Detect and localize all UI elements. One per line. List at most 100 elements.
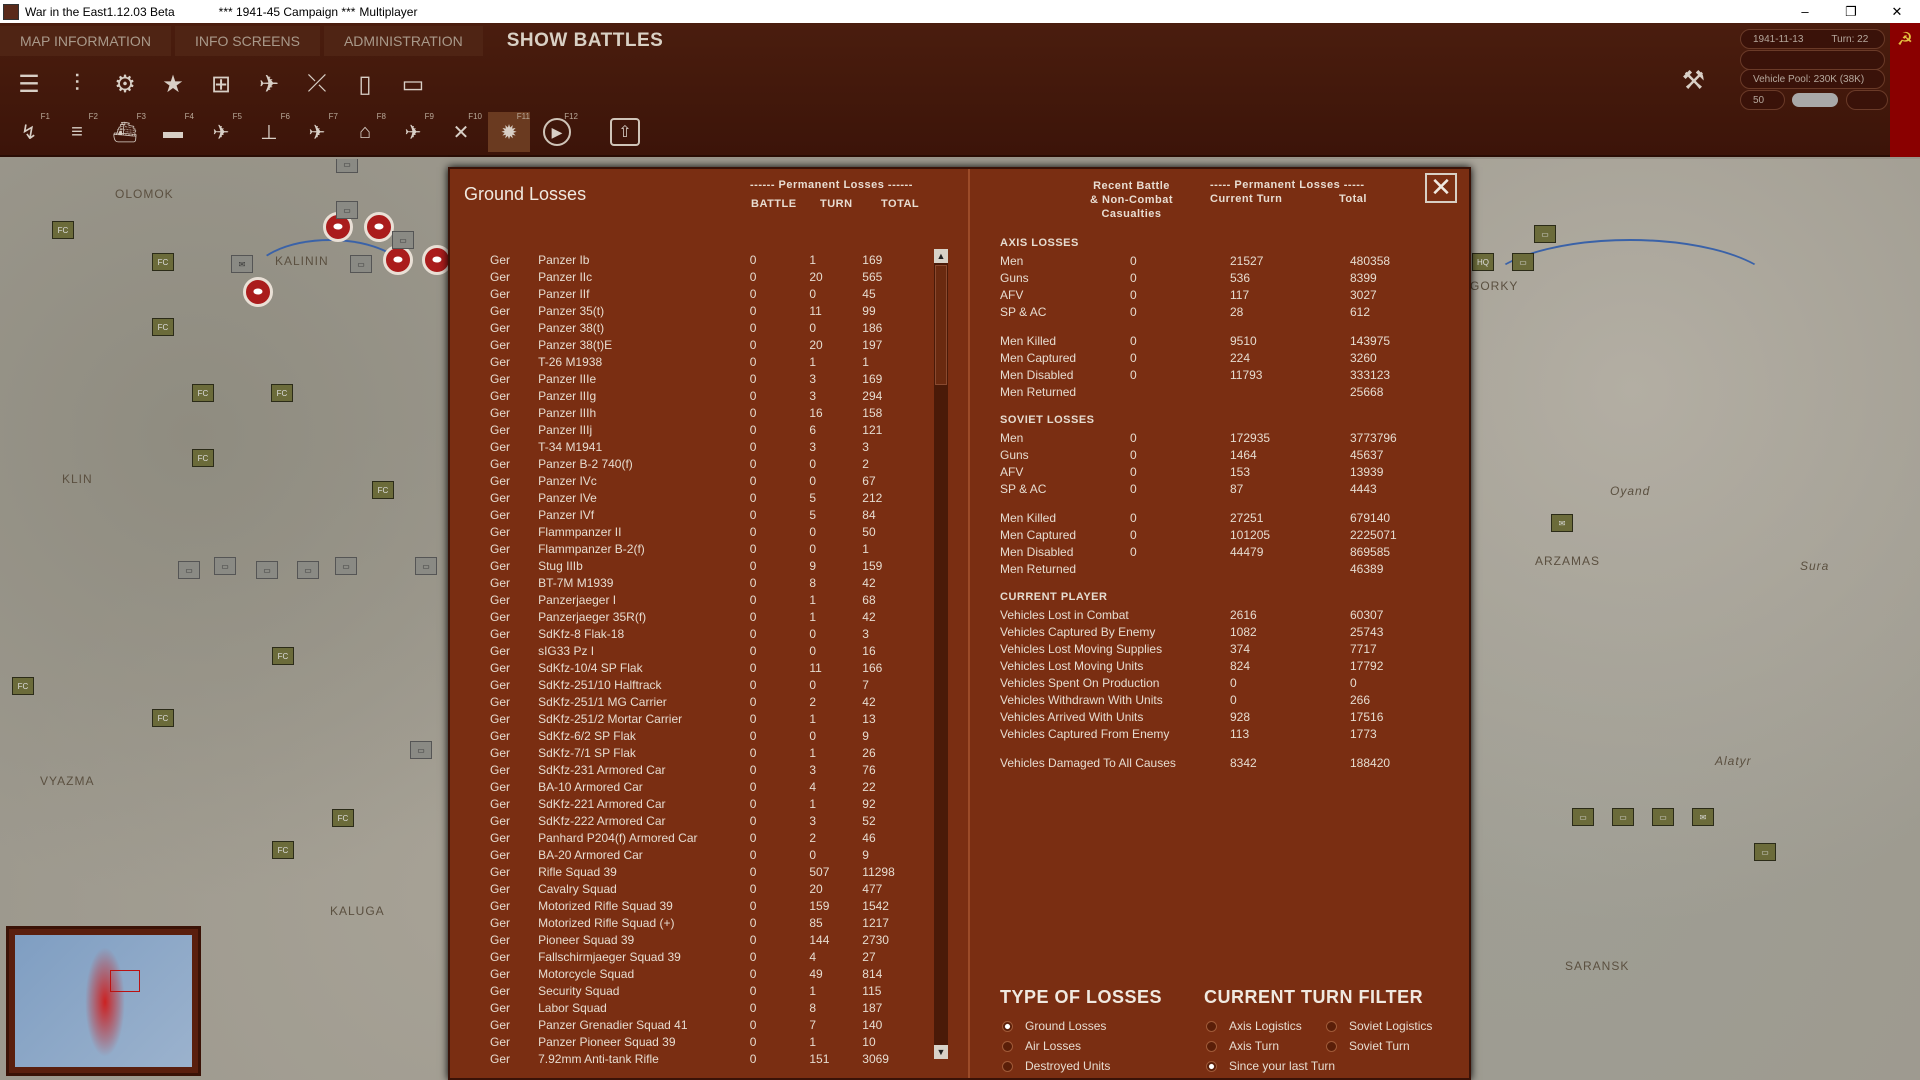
loss-row[interactable]: Ger SdKfz-10/4 SP Flak 0 11 166 bbox=[490, 661, 920, 678]
air-attack-icon[interactable]: ✈ F5 bbox=[200, 112, 242, 152]
loss-row[interactable]: Ger Stug IIIb 0 9 159 bbox=[490, 559, 920, 576]
menu-info-screens[interactable]: INFO SCREENS bbox=[174, 26, 320, 56]
unit-counter[interactable]: ▭ bbox=[392, 231, 414, 249]
german-unit-counter[interactable]: ▭ bbox=[1534, 225, 1556, 243]
star-icon[interactable]: ★ bbox=[152, 64, 194, 104]
loss-row[interactable]: Ger SdKfz-7/1 SP Flak 0 1 26 bbox=[490, 746, 920, 763]
plane-icon[interactable]: ✈ F7 bbox=[296, 112, 338, 152]
loss-row[interactable]: Ger Fallschirmjaeger Squad 39 0 4 27 bbox=[490, 950, 920, 967]
loss-row[interactable]: Ger SdKfz-251/1 MG Carrier 0 2 42 bbox=[490, 695, 920, 712]
loss-row[interactable]: Ger Panzer B-2 740(f) 0 0 2 bbox=[490, 457, 920, 474]
airfield-icon[interactable]: ⊥ F6 bbox=[248, 112, 290, 152]
unit-counter[interactable]: ▭ bbox=[335, 557, 357, 575]
german-unit-counter[interactable]: FC bbox=[152, 709, 174, 727]
loss-row[interactable]: Ger Panzer IIIh 0 16 158 bbox=[490, 406, 920, 423]
unit-counter[interactable]: ▭ bbox=[178, 561, 200, 579]
loss-row[interactable]: Ger Flammpanzer B-2(f) 0 0 1 bbox=[490, 542, 920, 559]
radio-since-last-turn[interactable]: Since your last Turn bbox=[1206, 1059, 1335, 1073]
german-unit-counter[interactable]: FC bbox=[272, 647, 294, 665]
loss-row[interactable]: Ger Panzer 38(t)E 0 20 197 bbox=[490, 338, 920, 355]
loss-row[interactable]: Ger Panzer IVc 0 0 67 bbox=[490, 474, 920, 491]
loss-row[interactable]: Ger SdKfz-8 Flak-18 0 0 3 bbox=[490, 627, 920, 644]
menu-icon[interactable]: ☰ bbox=[8, 64, 50, 104]
german-unit-counter[interactable]: ▭ bbox=[1612, 808, 1634, 826]
rail-line-icon[interactable]: ≡ F2 bbox=[56, 112, 98, 152]
german-unit-counter[interactable]: HQ bbox=[1472, 253, 1494, 271]
loss-row[interactable]: Ger Panzer Pioneer Squad 39 0 1 10 bbox=[490, 1035, 920, 1052]
loss-list-scrollbar[interactable]: ▲ ▼ bbox=[934, 249, 948, 1059]
close-window-button[interactable]: ✕ bbox=[1874, 0, 1920, 23]
loss-row[interactable]: Ger SdKfz-221 Armored Car 0 1 92 bbox=[490, 797, 920, 814]
loss-row[interactable]: Ger Panzer IIc 0 20 565 bbox=[490, 270, 920, 287]
loss-row[interactable]: Ger SdKfz-231 Armored Car 0 3 76 bbox=[490, 763, 920, 780]
radio-axis-logistics[interactable]: Axis Logistics bbox=[1206, 1019, 1302, 1033]
loss-row[interactable]: Ger Panzer 35(t) 0 11 99 bbox=[490, 304, 920, 321]
supply-icon[interactable]: ▭ bbox=[392, 64, 434, 104]
sliders-icon[interactable]: ⫶ bbox=[56, 64, 98, 104]
loss-row[interactable]: Ger Motorcycle Squad 0 49 814 bbox=[490, 967, 920, 984]
german-unit-counter[interactable]: ▭ bbox=[1512, 253, 1534, 271]
loss-row[interactable]: Ger Security Squad 0 1 115 bbox=[490, 984, 920, 1001]
blank-button[interactable] bbox=[1846, 90, 1888, 110]
unit-counter[interactable]: ▭ bbox=[297, 561, 319, 579]
unit-counter[interactable]: ▭ bbox=[336, 159, 358, 173]
unit-counter[interactable]: ▭ bbox=[415, 557, 437, 575]
soviet-tank-unit[interactable]: ⬬ bbox=[243, 277, 273, 307]
air-icon[interactable]: ✈ bbox=[248, 64, 290, 104]
loss-row[interactable]: Ger Panzer IIf 0 0 45 bbox=[490, 287, 920, 304]
german-unit-counter[interactable]: FC bbox=[152, 318, 174, 336]
interdiction-icon[interactable]: ✕ F10 bbox=[440, 112, 482, 152]
german-unit-counter[interactable]: ▭ bbox=[1652, 808, 1674, 826]
loss-row[interactable]: Ger Panzer IIIe 0 3 169 bbox=[490, 372, 920, 389]
loss-row[interactable]: Ger T-26 M1938 0 1 1 bbox=[490, 355, 920, 372]
radio-axis-turn[interactable]: Axis Turn bbox=[1206, 1039, 1279, 1053]
german-unit-counter[interactable]: FC bbox=[372, 481, 394, 499]
bomb-icon[interactable]: ✈ F9 bbox=[392, 112, 434, 152]
ship-icon[interactable]: ⛴ F3 bbox=[104, 112, 146, 152]
scroll-up-arrow-icon[interactable]: ▲ bbox=[934, 249, 948, 263]
loss-row[interactable]: Ger 7.92mm Anti-tank Rifle 0 151 3069 bbox=[490, 1052, 920, 1069]
german-unit-counter[interactable]: ▭ bbox=[1754, 843, 1776, 861]
radio-destroyed-units[interactable]: Destroyed Units bbox=[1002, 1059, 1110, 1073]
loss-row[interactable]: Ger SdKfz-6/2 SP Flak 0 0 9 bbox=[490, 729, 920, 746]
unit-counter[interactable]: ▭ bbox=[214, 557, 236, 575]
fuel-icon[interactable]: ▯ bbox=[344, 64, 386, 104]
german-unit-counter[interactable]: FC bbox=[192, 449, 214, 467]
restore-button[interactable]: ❐ bbox=[1828, 0, 1874, 23]
radio-air-losses[interactable]: Air Losses bbox=[1002, 1039, 1081, 1053]
loss-row[interactable]: Ger Panhard P204(f) Armored Car 0 2 46 bbox=[490, 831, 920, 848]
german-unit-counter[interactable]: FC bbox=[152, 253, 174, 271]
unit-counter[interactable]: ▭ bbox=[336, 201, 358, 219]
unit-counter[interactable]: ▭ bbox=[350, 255, 372, 273]
axe-icon[interactable]: ⚒ bbox=[1682, 65, 1705, 96]
loss-row[interactable]: Ger Panzer IIIg 0 3 294 bbox=[490, 389, 920, 406]
toggle-slider[interactable] bbox=[1792, 93, 1838, 107]
radio-soviet-logistics[interactable]: Soviet Logistics bbox=[1326, 1019, 1432, 1033]
loss-row[interactable]: Ger sIG33 Pz I 0 0 16 bbox=[490, 644, 920, 661]
german-unit-counter[interactable]: FC bbox=[272, 841, 294, 859]
loss-row[interactable]: Ger Rifle Squad 39 0 507 11298 bbox=[490, 865, 920, 882]
minimize-button[interactable]: – bbox=[1782, 0, 1828, 23]
german-unit-counter[interactable]: ✉ bbox=[1692, 808, 1714, 826]
close-dialog-button[interactable]: ✕ bbox=[1425, 173, 1457, 203]
loss-row[interactable]: Ger T-34 M1941 0 3 3 bbox=[490, 440, 920, 457]
loss-row[interactable]: Ger Panzer IIIj 0 6 121 bbox=[490, 423, 920, 440]
german-unit-counter[interactable]: ✉ bbox=[1551, 514, 1573, 532]
loss-row[interactable]: Ger Panzer IVf 0 5 84 bbox=[490, 508, 920, 525]
german-unit-counter[interactable]: FC bbox=[271, 384, 293, 402]
loss-row[interactable]: Ger Cavalry Squad 0 20 477 bbox=[490, 882, 920, 899]
loss-row[interactable]: Ger Panzerjaeger 35R(f) 0 1 42 bbox=[490, 610, 920, 627]
loss-row[interactable]: Ger Panzer IVe 0 5 212 bbox=[490, 491, 920, 508]
german-unit-counter[interactable]: ▭ bbox=[1572, 808, 1594, 826]
german-unit-counter[interactable]: FC bbox=[332, 809, 354, 827]
minimap-viewport[interactable] bbox=[110, 970, 140, 992]
german-unit-counter[interactable]: FC bbox=[192, 384, 214, 402]
loss-row[interactable]: Ger BA-10 Armored Car 0 4 22 bbox=[490, 780, 920, 797]
soviet-tank-unit[interactable]: ⬬ bbox=[364, 212, 394, 242]
loss-row[interactable]: Ger SdKfz-251/2 Mortar Carrier 0 1 13 bbox=[490, 712, 920, 729]
soviet-tank-unit[interactable]: ⬬ bbox=[383, 245, 413, 275]
loss-row[interactable]: Ger Panzer Ib 0 1 169 bbox=[490, 253, 920, 270]
german-unit-counter[interactable]: FC bbox=[12, 677, 34, 695]
loss-row[interactable]: Ger Motorized Rifle Squad 39 0 159 1542 bbox=[490, 899, 920, 916]
loss-row[interactable]: Ger SdKfz-222 Armored Car 0 3 52 bbox=[490, 814, 920, 831]
